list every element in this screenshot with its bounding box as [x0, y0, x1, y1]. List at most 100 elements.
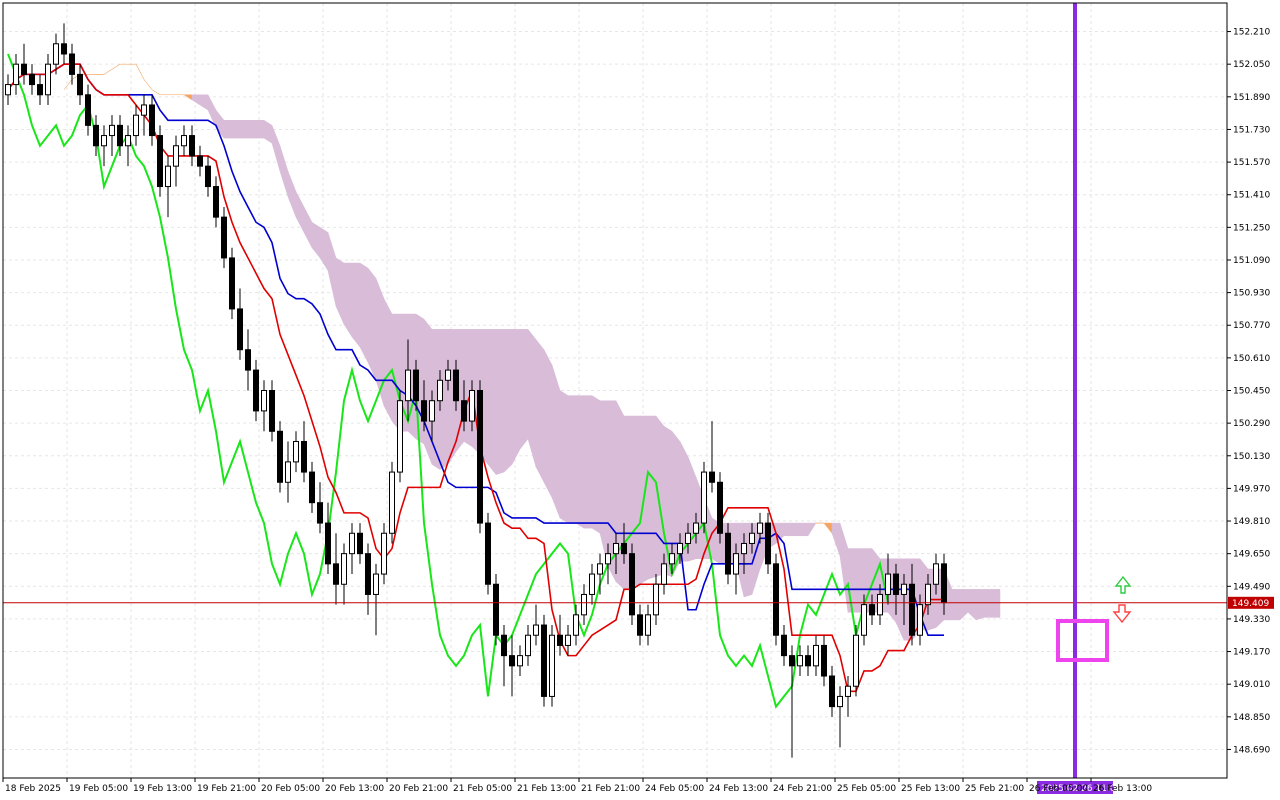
y-tick-label: 149.010: [1233, 680, 1270, 690]
y-tick-label: 151.410: [1233, 191, 1270, 201]
candle-body-bear: [869, 604, 875, 616]
y-tick-label: 151.570: [1233, 158, 1270, 168]
kumo-segment: [239, 120, 249, 139]
candle-body-bear: [765, 522, 771, 565]
ichimoku-chart: 149.4092025.02.26 11:00 152.210152.05015…: [0, 0, 1280, 800]
y-tick-label: 151.890: [1233, 93, 1270, 103]
candle-body-bull: [581, 593, 587, 616]
y-tick-label: 149.810: [1233, 517, 1270, 527]
candle-body-bear: [213, 186, 219, 218]
x-tick-label: 20 Feb 05:00: [261, 784, 320, 794]
candle-body-bull: [109, 124, 115, 137]
candle-body-bear: [781, 634, 787, 657]
candle-body-bear: [37, 84, 43, 96]
candle-body-bull: [685, 532, 691, 544]
kumo-segment: [951, 589, 961, 621]
kumo-segment: [551, 364, 561, 519]
candle-body-bull: [341, 553, 347, 585]
x-tick-label: 26 Feb 13:00: [1093, 784, 1152, 794]
kumo-segment: [503, 329, 513, 473]
candle-body-bear: [493, 583, 499, 636]
x-tick-label: 20 Feb 21:00: [389, 784, 448, 794]
candle-body-bear: [197, 155, 203, 167]
kumo-segment: [559, 390, 569, 524]
candle-body-bear: [189, 135, 195, 157]
candle-body-bull: [741, 542, 747, 555]
candle-body-bear: [557, 634, 563, 646]
kumo-segment: [223, 120, 233, 139]
candle-body-bull: [13, 63, 19, 86]
candle-body-bear: [221, 216, 227, 259]
candle-body-bull: [669, 553, 675, 565]
candle-body-bull: [525, 634, 531, 657]
candle-body-bear: [277, 430, 283, 483]
candle-body-bear: [237, 308, 243, 351]
candle-body-bull: [757, 522, 763, 534]
candle-body-bull: [861, 604, 867, 636]
y-tick-label: 150.290: [1233, 419, 1270, 429]
kumo-segment: [615, 400, 625, 590]
kumo-segment: [799, 522, 809, 537]
candle-body-bull: [261, 390, 267, 412]
candle-body-bear: [725, 532, 731, 575]
candle: [389, 461, 395, 544]
candle-body-bull: [573, 614, 579, 636]
x-tick-label: 24 Feb 13:00: [709, 784, 768, 794]
candle-body-bear: [245, 349, 251, 371]
candle: [397, 390, 403, 483]
y-tick-label: 151.250: [1233, 223, 1270, 233]
candle-body-bear: [621, 542, 627, 555]
candle-body-bull: [837, 695, 843, 708]
candle-body-bear: [909, 583, 915, 636]
candle-body-bear: [205, 165, 211, 188]
kumo-segment: [359, 262, 369, 363]
kumo-segment: [343, 262, 353, 338]
candle-body-bear: [477, 390, 483, 524]
kumo-segment: [983, 589, 993, 618]
candle-body-bull: [661, 563, 667, 585]
candle-body-bear: [61, 43, 67, 55]
candle: [773, 553, 779, 646]
candle-body-bull: [701, 471, 707, 524]
y-tick-label: 148.850: [1233, 713, 1270, 723]
candle-body-bear: [309, 471, 315, 504]
x-tick-label: 25 Feb 21:00: [965, 784, 1024, 794]
candle-body-bear: [893, 573, 899, 595]
x-tick-label: 24 Feb 21:00: [773, 784, 832, 794]
kumo-segment: [567, 395, 577, 524]
candle-body-bear: [333, 563, 339, 585]
x-tick-label: 18 Feb 2025: [5, 784, 61, 794]
candle-body-bull: [349, 532, 355, 555]
kumo-segment: [647, 415, 657, 580]
kumo-segment: [255, 120, 265, 139]
candle-body-bull: [733, 553, 739, 575]
candle-body-bull: [597, 563, 603, 575]
candle-body-bear: [629, 553, 635, 616]
candle-body-bull: [125, 135, 131, 147]
y-tick-label: 150.450: [1233, 387, 1270, 397]
candle: [485, 512, 491, 595]
candle: [277, 421, 283, 493]
candle-body-bull: [605, 553, 611, 565]
x-tick-label: 19 Feb 21:00: [197, 784, 256, 794]
kumo-segment: [351, 262, 361, 348]
y-tick-label: 149.650: [1233, 550, 1270, 560]
candle-body-bull: [853, 634, 859, 687]
candle-body-bull: [653, 583, 659, 616]
candle-body-bull: [429, 400, 435, 422]
y-tick-label: 148.690: [1233, 745, 1270, 755]
candle-body-bear: [637, 614, 643, 636]
kumo-segment: [487, 329, 497, 476]
candle-body-bull: [141, 104, 147, 116]
kumo-segment: [383, 298, 393, 422]
current-price-label: 149.409: [1232, 599, 1269, 609]
candle-body-bear: [269, 390, 275, 432]
kumo-segment: [423, 318, 433, 465]
kumo-segment: [791, 522, 801, 537]
candle-body-bull: [813, 644, 819, 667]
candle-body-bull: [397, 400, 403, 473]
candle: [541, 614, 547, 707]
candle-body-bull: [53, 43, 59, 65]
candle-body-bull: [885, 573, 891, 595]
candle-body-bear: [821, 644, 827, 677]
